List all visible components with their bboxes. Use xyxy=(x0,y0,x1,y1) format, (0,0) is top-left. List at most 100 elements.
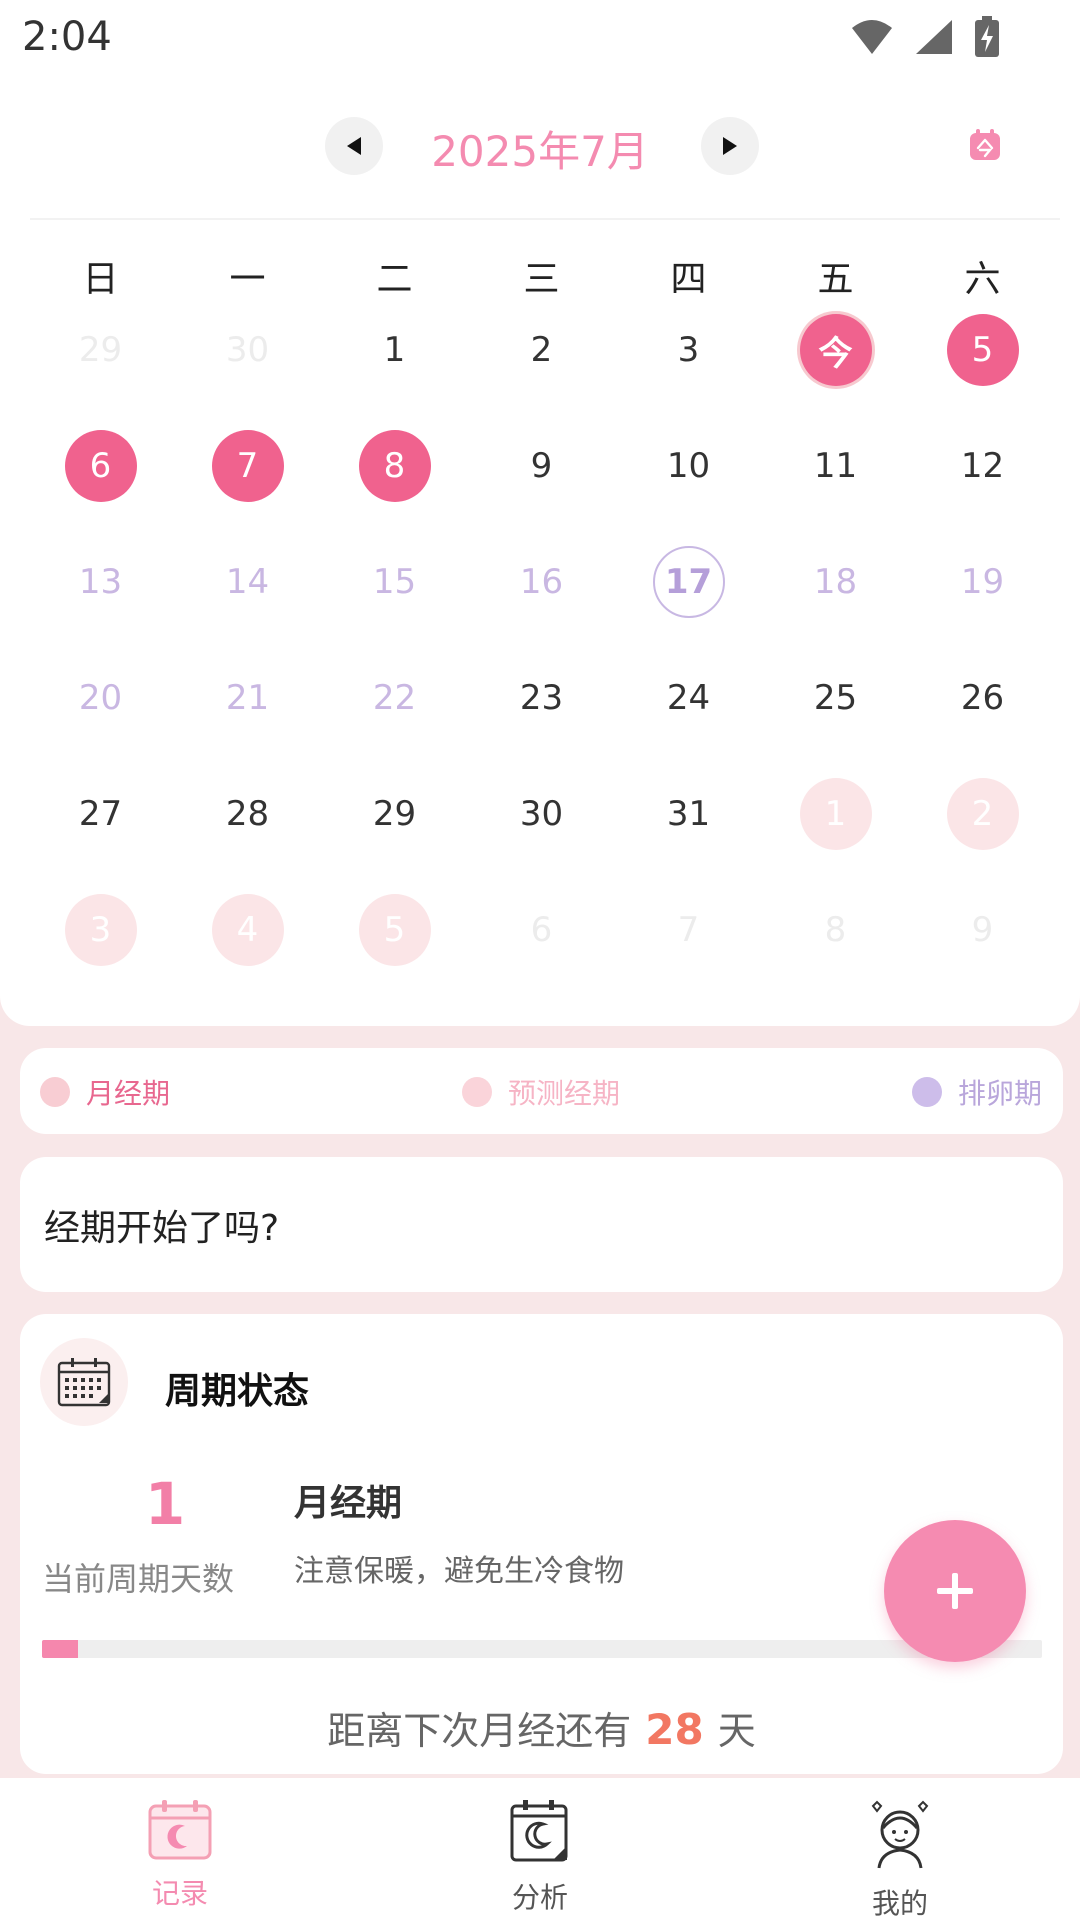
calendar-day-cell[interactable]: 6 xyxy=(468,872,615,988)
add-record-button[interactable] xyxy=(884,1520,1026,1662)
calendar-day-cell[interactable]: 8 xyxy=(321,408,468,524)
calendar-day-cell[interactable]: 7 xyxy=(615,872,762,988)
calendar-day-cell[interactable]: 9 xyxy=(468,408,615,524)
calendar-day-cell[interactable]: 今 xyxy=(762,292,909,408)
day-number: 3 xyxy=(64,894,137,966)
calendar-day-cell[interactable]: 6 xyxy=(27,408,174,524)
next-period-days: 28 xyxy=(645,1705,704,1754)
calendar-day-cell[interactable]: 27 xyxy=(27,756,174,872)
calendar-day-cell[interactable]: 28 xyxy=(174,756,321,872)
day-number: 11 xyxy=(813,446,858,486)
day-number: 9 xyxy=(971,910,994,950)
day-number: 22 xyxy=(372,678,417,718)
calendar-day-cell[interactable]: 30 xyxy=(174,292,321,408)
calendar-day-cell[interactable]: 17 xyxy=(615,524,762,640)
next-period-countdown: 距离下次月经还有 28 天 xyxy=(20,1700,1063,1755)
day-number: 14 xyxy=(225,562,270,602)
calendar-day-cell[interactable]: 3 xyxy=(615,292,762,408)
calendar-day-cell[interactable]: 8 xyxy=(762,872,909,988)
tab-mine-label: 我的 xyxy=(871,1887,928,1920)
calendar-day-cell[interactable]: 25 xyxy=(762,640,909,756)
status-time: 2:04 xyxy=(22,14,112,60)
calendar-day-cell[interactable]: 20 xyxy=(27,640,174,756)
calendar-header: 2025年7月 xyxy=(0,80,1080,220)
day-number: 6 xyxy=(64,430,137,502)
calendar-day-cell[interactable]: 12 xyxy=(909,408,1056,524)
legend-predicted: 预测经期 xyxy=(462,1072,620,1112)
calendar-day-cell[interactable]: 1 xyxy=(321,292,468,408)
legend-period-label: 月经期 xyxy=(86,1077,171,1110)
calendar-day-cell[interactable]: 24 xyxy=(615,640,762,756)
next-period-suffix: 天 xyxy=(717,1709,756,1753)
calendar-day-cell[interactable]: 29 xyxy=(27,292,174,408)
calendar-day-cell[interactable]: 26 xyxy=(909,640,1056,756)
day-number: 16 xyxy=(519,562,564,602)
tab-analysis[interactable]: 分析 xyxy=(440,1798,640,1916)
next-period-prefix: 距离下次月经还有 xyxy=(327,1709,632,1753)
day-number: 20 xyxy=(78,678,123,718)
triangle-left-icon xyxy=(347,137,361,155)
calendar-day-cell[interactable]: 5 xyxy=(909,292,1056,408)
today-button[interactable] xyxy=(968,128,1002,166)
legend-predicted-label: 预测经期 xyxy=(508,1077,621,1110)
day-number: 31 xyxy=(666,794,711,834)
ovulation-dot xyxy=(912,1077,942,1107)
month-title[interactable]: 2025年7月 xyxy=(400,118,680,179)
day-number: 30 xyxy=(519,794,564,834)
calendar-day-cell[interactable]: 2 xyxy=(468,292,615,408)
day-number: 28 xyxy=(225,794,270,834)
day-number: 今 xyxy=(799,314,872,386)
day-number: 1 xyxy=(383,330,406,370)
day-number: 25 xyxy=(813,678,858,718)
day-number: 2 xyxy=(530,330,553,370)
day-number: 17 xyxy=(652,546,725,618)
calendar-day-cell[interactable]: 7 xyxy=(174,408,321,524)
day-number: 30 xyxy=(225,330,270,370)
day-number: 29 xyxy=(372,794,417,834)
calendar-day-cell[interactable]: 9 xyxy=(909,872,1056,988)
prev-month-button[interactable] xyxy=(325,117,383,175)
status-bar: 2:04 xyxy=(0,0,1080,80)
tab-record[interactable]: 记录 xyxy=(80,1798,280,1912)
day-number: 8 xyxy=(824,910,847,950)
phase-name: 月经期 xyxy=(294,1483,403,1524)
day-number: 8 xyxy=(358,430,431,502)
calendar-day-cell[interactable]: 21 xyxy=(174,640,321,756)
next-month-button[interactable] xyxy=(701,117,759,175)
period-dot xyxy=(40,1077,70,1107)
calendar-day-cell[interactable]: 4 xyxy=(174,872,321,988)
day-number: 27 xyxy=(78,794,123,834)
calendar-day-cell[interactable]: 22 xyxy=(321,640,468,756)
calendar-day-cell[interactable]: 14 xyxy=(174,524,321,640)
period-start-card[interactable]: 经期开始了吗? xyxy=(20,1157,1063,1292)
calendar-day-cell[interactable]: 11 xyxy=(762,408,909,524)
day-number: 18 xyxy=(813,562,858,602)
tab-mine[interactable]: 我的 xyxy=(800,1798,1000,1920)
calendar-day-cell[interactable]: 23 xyxy=(468,640,615,756)
legend-bar: 月经期 预测经期 排卵期 xyxy=(20,1048,1063,1134)
day-number: 19 xyxy=(960,562,1005,602)
calendar-day-cell[interactable]: 3 xyxy=(27,872,174,988)
wifi-icon xyxy=(852,20,892,54)
calendar-day-cell[interactable]: 2 xyxy=(909,756,1056,872)
period-start-question: 经期开始了吗? xyxy=(44,1208,280,1249)
tab-analysis-label: 分析 xyxy=(511,1881,568,1914)
day-number: 13 xyxy=(78,562,123,602)
current-cycle-day: 1 xyxy=(144,1470,186,1538)
calendar-day-cell[interactable]: 30 xyxy=(468,756,615,872)
calendar-day-cell[interactable]: 5 xyxy=(321,872,468,988)
calendar-day-cell[interactable]: 31 xyxy=(615,756,762,872)
calendar-card: 2025年7月 日 一 二 三 四 五 六 29 30 1 2 3 今 5 6 7 8 9 10 11 1… xyxy=(0,80,1080,1026)
calendar-day-cell[interactable]: 19 xyxy=(909,524,1056,640)
day-number: 24 xyxy=(666,678,711,718)
calendar-day-cell[interactable]: 18 xyxy=(762,524,909,640)
analysis-calendar-icon xyxy=(510,1800,568,1862)
calendar-day-cell[interactable]: 10 xyxy=(615,408,762,524)
calendar-day-cell[interactable]: 29 xyxy=(321,756,468,872)
calendar-day-cell[interactable]: 15 xyxy=(321,524,468,640)
calendar-day-cell[interactable]: 16 xyxy=(468,524,615,640)
phase-tip: 注意保暖，避免生冷食物 xyxy=(294,1554,624,1589)
calendar-day-cell[interactable]: 13 xyxy=(27,524,174,640)
calendar-day-cell[interactable]: 1 xyxy=(762,756,909,872)
day-number: 7 xyxy=(677,910,700,950)
